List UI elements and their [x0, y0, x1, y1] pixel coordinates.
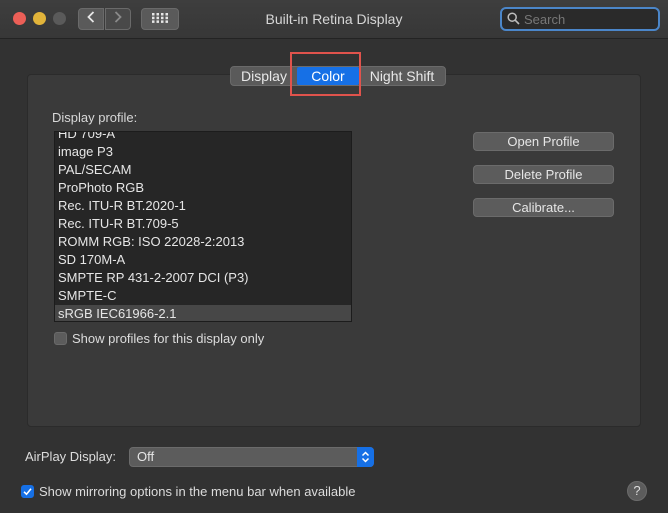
list-item-selected[interactable]: sRGB IEC61966-2.1 — [55, 305, 351, 321]
list-item[interactable]: ROMM RGB: ISO 22028-2:2013 — [55, 233, 351, 251]
search-input[interactable] — [524, 11, 652, 27]
search-icon — [507, 12, 520, 30]
list-item[interactable]: SD 170M-A — [55, 251, 351, 269]
chevron-up-down-icon — [357, 447, 374, 467]
show-profiles-checkbox[interactable] — [54, 332, 67, 345]
list-item[interactable]: SMPTE-C — [55, 287, 351, 305]
delete-profile-button[interactable]: Delete Profile — [473, 165, 614, 184]
tab-night-shift[interactable]: Night Shift — [359, 67, 445, 85]
help-button[interactable]: ? — [627, 481, 647, 501]
list-item[interactable]: HD 709-A — [55, 132, 351, 143]
airplay-display-select[interactable]: Off — [129, 447, 374, 467]
open-profile-button[interactable]: Open Profile — [473, 132, 614, 151]
mirroring-row: Show mirroring options in the menu bar w… — [21, 484, 356, 499]
list-item[interactable]: Rec. ITU-R BT.2020-1 — [55, 197, 351, 215]
display-profile-list[interactable]: HD 709-A image P3 PAL/SECAM ProPhoto RGB… — [54, 131, 352, 322]
annotation-highlight-box — [290, 52, 361, 96]
list-item[interactable]: ProPhoto RGB — [55, 179, 351, 197]
airplay-display-value: Off — [137, 449, 155, 464]
list-item[interactable]: SMPTE RP 431-2-2007 DCI (P3) — [55, 269, 351, 287]
show-profiles-label: Show profiles for this display only — [72, 331, 265, 346]
checkmark-icon — [23, 484, 32, 499]
search-field[interactable] — [500, 7, 660, 31]
calibrate-button[interactable]: Calibrate... — [473, 198, 614, 217]
airplay-display-label: AirPlay Display: — [25, 449, 117, 464]
list-item[interactable]: Rec. ITU-R BT.709-5 — [55, 215, 351, 233]
show-profiles-row: Show profiles for this display only — [54, 331, 264, 346]
list-item[interactable]: image P3 — [55, 143, 351, 161]
display-profile-label: Display profile: — [52, 110, 138, 125]
mirroring-label: Show mirroring options in the menu bar w… — [39, 484, 356, 499]
tab-display[interactable]: Display — [231, 67, 297, 85]
list-item[interactable]: PAL/SECAM — [55, 161, 351, 179]
title-bar: Built-in Retina Display — [0, 0, 668, 39]
preferences-window: Built-in Retina Display Display Color Ni… — [0, 0, 668, 513]
mirroring-checkbox[interactable] — [21, 485, 34, 498]
